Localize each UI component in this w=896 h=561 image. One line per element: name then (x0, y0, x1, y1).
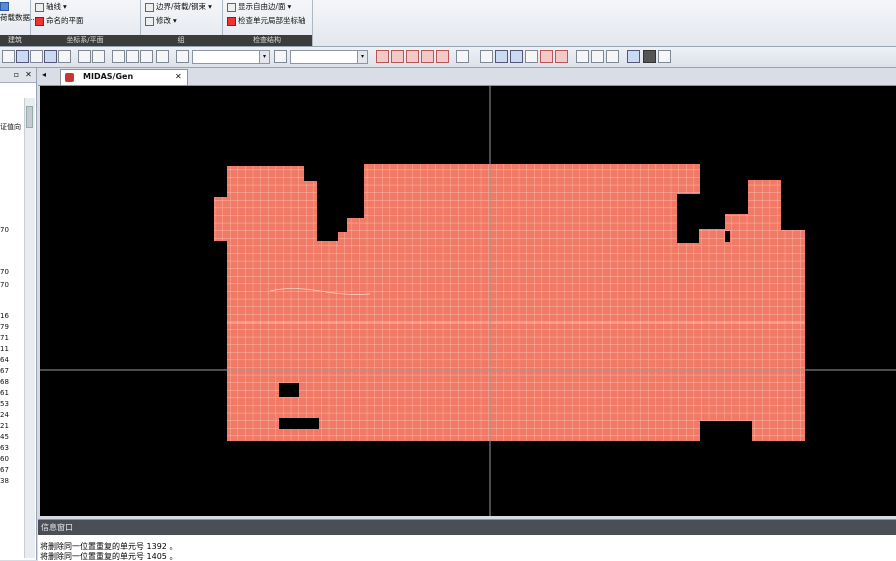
group-caption-coordinate: 坐标系/平面 (30, 35, 140, 46)
toolbar-button-10[interactable] (140, 50, 153, 63)
select-pointer-button-2[interactable] (274, 50, 287, 63)
toolbar-button-25[interactable] (591, 50, 604, 63)
toolbar-button-12[interactable] (376, 50, 389, 63)
tree-number: 71 (0, 334, 9, 342)
toolbar-button-23[interactable] (555, 50, 568, 63)
close-icon[interactable]: ✕ (24, 69, 33, 80)
group-caption-building: 建筑 (0, 35, 30, 46)
building-icon (0, 1, 9, 11)
toolbar-button-15[interactable] (421, 50, 434, 63)
message-line-1: 将删除同一位置重复的单元号 1392 。 (40, 542, 178, 551)
tree-number: 64 (0, 356, 9, 364)
toolbar-button-24[interactable] (576, 50, 589, 63)
tree-number: 38 (0, 477, 9, 485)
toolbar-button-3[interactable] (30, 50, 43, 63)
tab-close-icon[interactable]: ✕ (175, 72, 182, 81)
chevron-down-icon: ▾ (357, 51, 367, 63)
lock-button[interactable] (643, 50, 656, 63)
tree-number: 70 (0, 226, 9, 234)
toolbar-button-14[interactable] (406, 50, 419, 63)
toolbar-button-20[interactable] (510, 50, 523, 63)
toolbar-button-17[interactable] (456, 50, 469, 63)
tree-number: 67 (0, 466, 9, 474)
check-local-axis-button[interactable]: 检查单元局部坐标轴 (227, 15, 306, 27)
toolbar-button-9[interactable] (126, 50, 139, 63)
tree-number: 68 (0, 378, 9, 386)
toolbar-button-4[interactable] (44, 50, 57, 63)
tree-number: 53 (0, 400, 9, 408)
ribbon: 荷载数据... 建筑 轴线 ▾ 命名的平面 坐标系/平面 边界/荷载/钢束 ▾ 修改… (0, 0, 896, 47)
grid-icon (35, 2, 44, 12)
modify-button[interactable]: 修改 ▾ (145, 15, 177, 27)
pin-icon[interactable]: ▫ (12, 69, 21, 80)
toolbar-button-5[interactable] (58, 50, 71, 63)
scroll-thumb[interactable] (26, 106, 33, 128)
group-caption-group: 组 (140, 35, 222, 46)
tree-number: 21 (0, 422, 9, 430)
unlock-button[interactable] (658, 50, 671, 63)
axis-line-button[interactable]: 轴线 ▾ (35, 1, 67, 13)
tree-number: 60 (0, 455, 9, 463)
ribbon-group-group: 边界/荷载/钢束 ▾ 修改 ▾ 组 (140, 0, 223, 46)
tree-text-fragment: 证值向 (0, 123, 21, 131)
toolbar-button-13[interactable] (391, 50, 404, 63)
ribbon-icon-stub[interactable] (0, 0, 9, 12)
select-pointer-button[interactable] (176, 50, 189, 63)
group-caption-check-structure: 检查结构 (222, 35, 312, 46)
toolbar-button-16[interactable] (436, 50, 449, 63)
tree-number: 61 (0, 389, 9, 397)
tree-number: 79 (0, 323, 9, 331)
plane-icon (35, 16, 44, 26)
boundary-icon (145, 2, 154, 12)
toolbar-button-19[interactable] (495, 50, 508, 63)
tree-scrollbar[interactable] (24, 98, 35, 558)
document-tab-strip: ◂ MIDAS/Gen ✕ (38, 68, 896, 86)
tree-number: 63 (0, 444, 9, 452)
free-edge-icon (227, 2, 236, 12)
tree-number: 24 (0, 411, 9, 419)
toolbar-button-18[interactable] (480, 50, 493, 63)
toolbar-button-2[interactable] (16, 50, 29, 63)
tab-scroll-left-icon[interactable]: ◂ (42, 70, 46, 79)
mesh-grid-lines (214, 164, 805, 441)
toolbar-button-1[interactable] (2, 50, 15, 63)
midas-logo-icon (65, 73, 74, 82)
tree-panel-header: ▫ ✕ (0, 68, 36, 83)
tree-number: 70 (0, 281, 9, 289)
toolbar-button-27[interactable] (627, 50, 640, 63)
toolbar-button-26[interactable] (606, 50, 619, 63)
tree-number: 11 (0, 345, 9, 353)
tree-number: 67 (0, 367, 9, 375)
tree-panel: ▫ ✕ 证值向 70 70 70 16 79 71 11 64 67 68 61 53 24 21 45 63… (0, 68, 37, 560)
ribbon-group-coordinate: 轴线 ▾ 命名的平面 坐标系/平面 (30, 0, 141, 46)
message-window: 信息窗口 将删除同一位置重复的单元号 1392 。 将删除同一位置重复的单元号 … (38, 519, 896, 561)
toolbar-button-7[interactable] (92, 50, 105, 63)
tab-title: MIDAS/Gen (83, 72, 134, 81)
chevron-down-icon: ▾ (259, 51, 269, 63)
show-free-edge-button[interactable]: 显示自由边/面 ▾ (227, 1, 291, 13)
model-view[interactable] (40, 86, 896, 516)
selection-combo-1[interactable]: ▾ (192, 50, 270, 64)
toolbar: ▾ ▾ (0, 47, 896, 68)
message-window-title: 信息窗口 (38, 520, 896, 535)
named-plane-button[interactable]: 命名的平面 (35, 15, 84, 27)
toolbar-button-8[interactable] (112, 50, 125, 63)
toolbar-button-22[interactable] (540, 50, 553, 63)
edit-icon (145, 16, 154, 26)
selection-combo-2[interactable]: ▾ (290, 50, 368, 64)
tree-number: 70 (0, 268, 9, 276)
local-axis-icon (227, 16, 236, 26)
toolbar-button-21[interactable] (525, 50, 538, 63)
toolbar-button-6[interactable] (78, 50, 91, 63)
ribbon-group-check-structure: 显示自由边/面 ▾ 检查单元局部坐标轴 检查结构 (222, 0, 313, 46)
tab-midas-gen[interactable]: MIDAS/Gen ✕ (60, 69, 188, 85)
tree-number: 45 (0, 433, 9, 441)
model-canvas[interactable] (40, 86, 896, 516)
toolbar-button-11[interactable] (156, 50, 169, 63)
boundary-load-tendon-button[interactable]: 边界/荷载/钢束 ▾ (145, 1, 212, 13)
ribbon-group-building: 荷载数据... 建筑 (0, 0, 37, 46)
tree-number: 16 (0, 312, 9, 320)
